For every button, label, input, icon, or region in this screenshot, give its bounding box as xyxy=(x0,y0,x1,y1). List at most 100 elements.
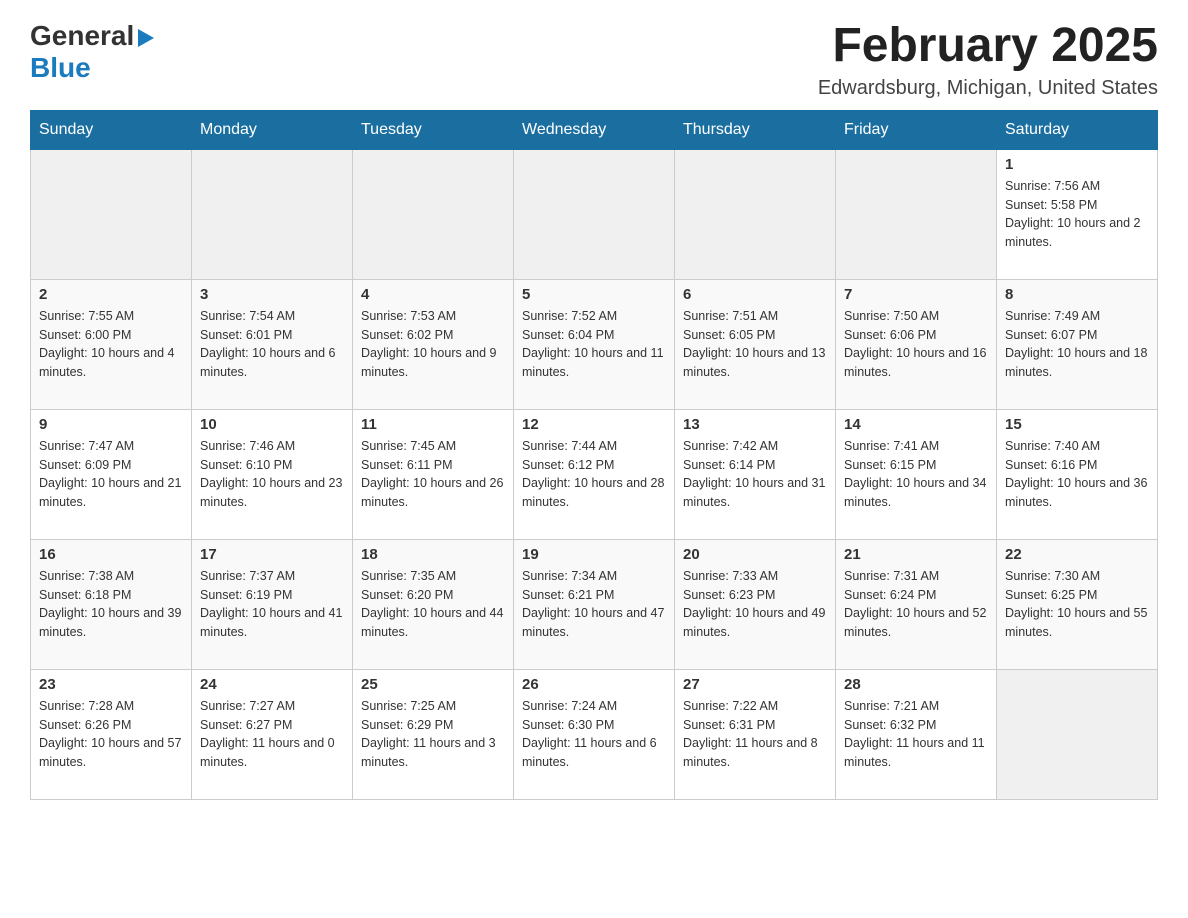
day-info: Sunrise: 7:51 AMSunset: 6:05 PMDaylight:… xyxy=(683,307,827,382)
calendar-cell: 25 Sunrise: 7:25 AMSunset: 6:29 PMDayligh… xyxy=(353,669,514,799)
day-info: Sunrise: 7:49 AMSunset: 6:07 PMDaylight:… xyxy=(1005,307,1149,382)
day-number: 28 xyxy=(844,676,988,693)
week-row-1: 1 Sunrise: 7:56 AMSunset: 5:58 PMDaylight… xyxy=(31,149,1158,279)
day-number: 8 xyxy=(1005,286,1149,303)
week-row-4: 16 Sunrise: 7:38 AMSunset: 6:18 PMDayligh… xyxy=(31,539,1158,669)
weekday-header-row: SundayMondayTuesdayWednesdayThursdayFrid… xyxy=(31,110,1158,149)
calendar-cell: 12 Sunrise: 7:44 AMSunset: 6:12 PMDayligh… xyxy=(514,409,675,539)
calendar-cell xyxy=(353,149,514,279)
day-number: 6 xyxy=(683,286,827,303)
day-info: Sunrise: 7:56 AMSunset: 5:58 PMDaylight:… xyxy=(1005,177,1149,252)
weekday-header-thursday: Thursday xyxy=(675,110,836,149)
day-info: Sunrise: 7:27 AMSunset: 6:27 PMDaylight:… xyxy=(200,697,344,772)
week-row-5: 23Sunrise: 7:28 AMSunset: 6:26 PMDayligh… xyxy=(31,669,1158,799)
calendar-cell xyxy=(31,149,192,279)
calendar-cell: 16 Sunrise: 7:38 AMSunset: 6:18 PMDayligh… xyxy=(31,539,192,669)
day-number: 23 xyxy=(39,676,183,693)
day-number: 26 xyxy=(522,676,666,693)
day-number: 3 xyxy=(200,286,344,303)
day-number: 21 xyxy=(844,546,988,563)
weekday-header-friday: Friday xyxy=(836,110,997,149)
calendar-cell: 17 Sunrise: 7:37 AMSunset: 6:19 PMDayligh… xyxy=(192,539,353,669)
calendar-cell: 11 Sunrise: 7:45 AMSunset: 6:11 PMDayligh… xyxy=(353,409,514,539)
day-info: Sunrise: 7:35 AMSunset: 6:20 PMDaylight:… xyxy=(361,567,505,642)
day-number: 12 xyxy=(522,416,666,433)
day-info: Sunrise: 7:44 AMSunset: 6:12 PMDaylight:… xyxy=(522,437,666,512)
day-info: Sunrise: 7:45 AMSunset: 6:11 PMDaylight:… xyxy=(361,437,505,512)
day-info: Sunrise: 7:25 AMSunset: 6:29 PMDaylight:… xyxy=(361,697,505,772)
week-row-3: 9 Sunrise: 7:47 AMSunset: 6:09 PMDaylight… xyxy=(31,409,1158,539)
day-number: 17 xyxy=(200,546,344,563)
calendar-cell: 19 Sunrise: 7:34 AMSunset: 6:21 PMDayligh… xyxy=(514,539,675,669)
day-info: Sunrise: 7:50 AMSunset: 6:06 PMDaylight:… xyxy=(844,307,988,382)
day-number: 11 xyxy=(361,416,505,433)
day-info: Sunrise: 7:33 AMSunset: 6:23 PMDaylight:… xyxy=(683,567,827,642)
calendar-cell: 20 Sunrise: 7:33 AMSunset: 6:23 PMDayligh… xyxy=(675,539,836,669)
calendar-cell: 6 Sunrise: 7:51 AMSunset: 6:05 PMDaylight… xyxy=(675,279,836,409)
weekday-header-saturday: Saturday xyxy=(997,110,1158,149)
day-number: 27 xyxy=(683,676,827,693)
day-number: 19 xyxy=(522,546,666,563)
day-info: Sunrise: 7:30 AMSunset: 6:25 PMDaylight:… xyxy=(1005,567,1149,642)
calendar-cell xyxy=(675,149,836,279)
day-number: 9 xyxy=(39,416,183,433)
calendar-cell: 18 Sunrise: 7:35 AMSunset: 6:20 PMDayligh… xyxy=(353,539,514,669)
day-info: Sunrise: 7:22 AMSunset: 6:31 PMDaylight:… xyxy=(683,697,827,772)
calendar-cell: 24 Sunrise: 7:27 AMSunset: 6:27 PMDayligh… xyxy=(192,669,353,799)
day-number: 18 xyxy=(361,546,505,563)
day-info: Sunrise: 7:47 AMSunset: 6:09 PMDaylight:… xyxy=(39,437,183,512)
calendar-table: SundayMondayTuesdayWednesdayThursdayFrid… xyxy=(30,110,1158,800)
day-info: Sunrise: 7:40 AMSunset: 6:16 PMDaylight:… xyxy=(1005,437,1149,512)
day-info: Sunrise: 7:54 AMSunset: 6:01 PMDaylight:… xyxy=(200,307,344,382)
logo: General Blue xyxy=(30,20,154,84)
day-number: 1 xyxy=(1005,156,1149,173)
calendar-cell xyxy=(836,149,997,279)
calendar-cell: 23Sunrise: 7:28 AMSunset: 6:26 PMDayligh… xyxy=(31,669,192,799)
day-number: 16 xyxy=(39,546,183,563)
calendar-cell: 3 Sunrise: 7:54 AMSunset: 6:01 PMDaylight… xyxy=(192,279,353,409)
logo-blue-text: Blue xyxy=(30,52,91,84)
calendar-cell: 4 Sunrise: 7:53 AMSunset: 6:02 PMDaylight… xyxy=(353,279,514,409)
calendar-cell: 1 Sunrise: 7:56 AMSunset: 5:58 PMDaylight… xyxy=(997,149,1158,279)
day-number: 2 xyxy=(39,286,183,303)
day-number: 20 xyxy=(683,546,827,563)
day-info: Sunrise: 7:52 AMSunset: 6:04 PMDaylight:… xyxy=(522,307,666,382)
day-number: 25 xyxy=(361,676,505,693)
day-number: 24 xyxy=(200,676,344,693)
calendar-cell: 5 Sunrise: 7:52 AMSunset: 6:04 PMDaylight… xyxy=(514,279,675,409)
calendar-cell: 13Sunrise: 7:42 AMSunset: 6:14 PMDayligh… xyxy=(675,409,836,539)
day-info: Sunrise: 7:38 AMSunset: 6:18 PMDaylight:… xyxy=(39,567,183,642)
day-number: 15 xyxy=(1005,416,1149,433)
calendar-cell: 8 Sunrise: 7:49 AMSunset: 6:07 PMDaylight… xyxy=(997,279,1158,409)
calendar-cell: 15 Sunrise: 7:40 AMSunset: 6:16 PMDayligh… xyxy=(997,409,1158,539)
day-info: Sunrise: 7:34 AMSunset: 6:21 PMDaylight:… xyxy=(522,567,666,642)
calendar-cell xyxy=(997,669,1158,799)
month-title: February 2025 xyxy=(818,20,1158,73)
day-number: 4 xyxy=(361,286,505,303)
calendar-cell: 27 Sunrise: 7:22 AMSunset: 6:31 PMDayligh… xyxy=(675,669,836,799)
day-number: 13 xyxy=(683,416,827,433)
logo-general-text: General xyxy=(30,20,134,52)
weekday-header-sunday: Sunday xyxy=(31,110,192,149)
day-number: 7 xyxy=(844,286,988,303)
day-info: Sunrise: 7:53 AMSunset: 6:02 PMDaylight:… xyxy=(361,307,505,382)
day-number: 5 xyxy=(522,286,666,303)
day-info: Sunrise: 7:41 AMSunset: 6:15 PMDaylight:… xyxy=(844,437,988,512)
calendar-cell xyxy=(514,149,675,279)
weekday-header-wednesday: Wednesday xyxy=(514,110,675,149)
weekday-header-tuesday: Tuesday xyxy=(353,110,514,149)
day-number: 10 xyxy=(200,416,344,433)
day-info: Sunrise: 7:21 AMSunset: 6:32 PMDaylight:… xyxy=(844,697,988,772)
day-number: 14 xyxy=(844,416,988,433)
day-info: Sunrise: 7:24 AMSunset: 6:30 PMDaylight:… xyxy=(522,697,666,772)
calendar-cell: 28 Sunrise: 7:21 AMSunset: 6:32 PMDayligh… xyxy=(836,669,997,799)
title-block: February 2025 Edwardsburg, Michigan, Uni… xyxy=(818,20,1158,100)
calendar-cell: 10Sunrise: 7:46 AMSunset: 6:10 PMDayligh… xyxy=(192,409,353,539)
day-info: Sunrise: 7:55 AMSunset: 6:00 PMDaylight:… xyxy=(39,307,183,382)
location-text: Edwardsburg, Michigan, United States xyxy=(818,77,1158,100)
day-info: Sunrise: 7:37 AMSunset: 6:19 PMDaylight:… xyxy=(200,567,344,642)
calendar-cell: 21Sunrise: 7:31 AMSunset: 6:24 PMDayligh… xyxy=(836,539,997,669)
calendar-cell: 7 Sunrise: 7:50 AMSunset: 6:06 PMDaylight… xyxy=(836,279,997,409)
calendar-cell xyxy=(192,149,353,279)
calendar-cell: 2 Sunrise: 7:55 AMSunset: 6:00 PMDaylight… xyxy=(31,279,192,409)
